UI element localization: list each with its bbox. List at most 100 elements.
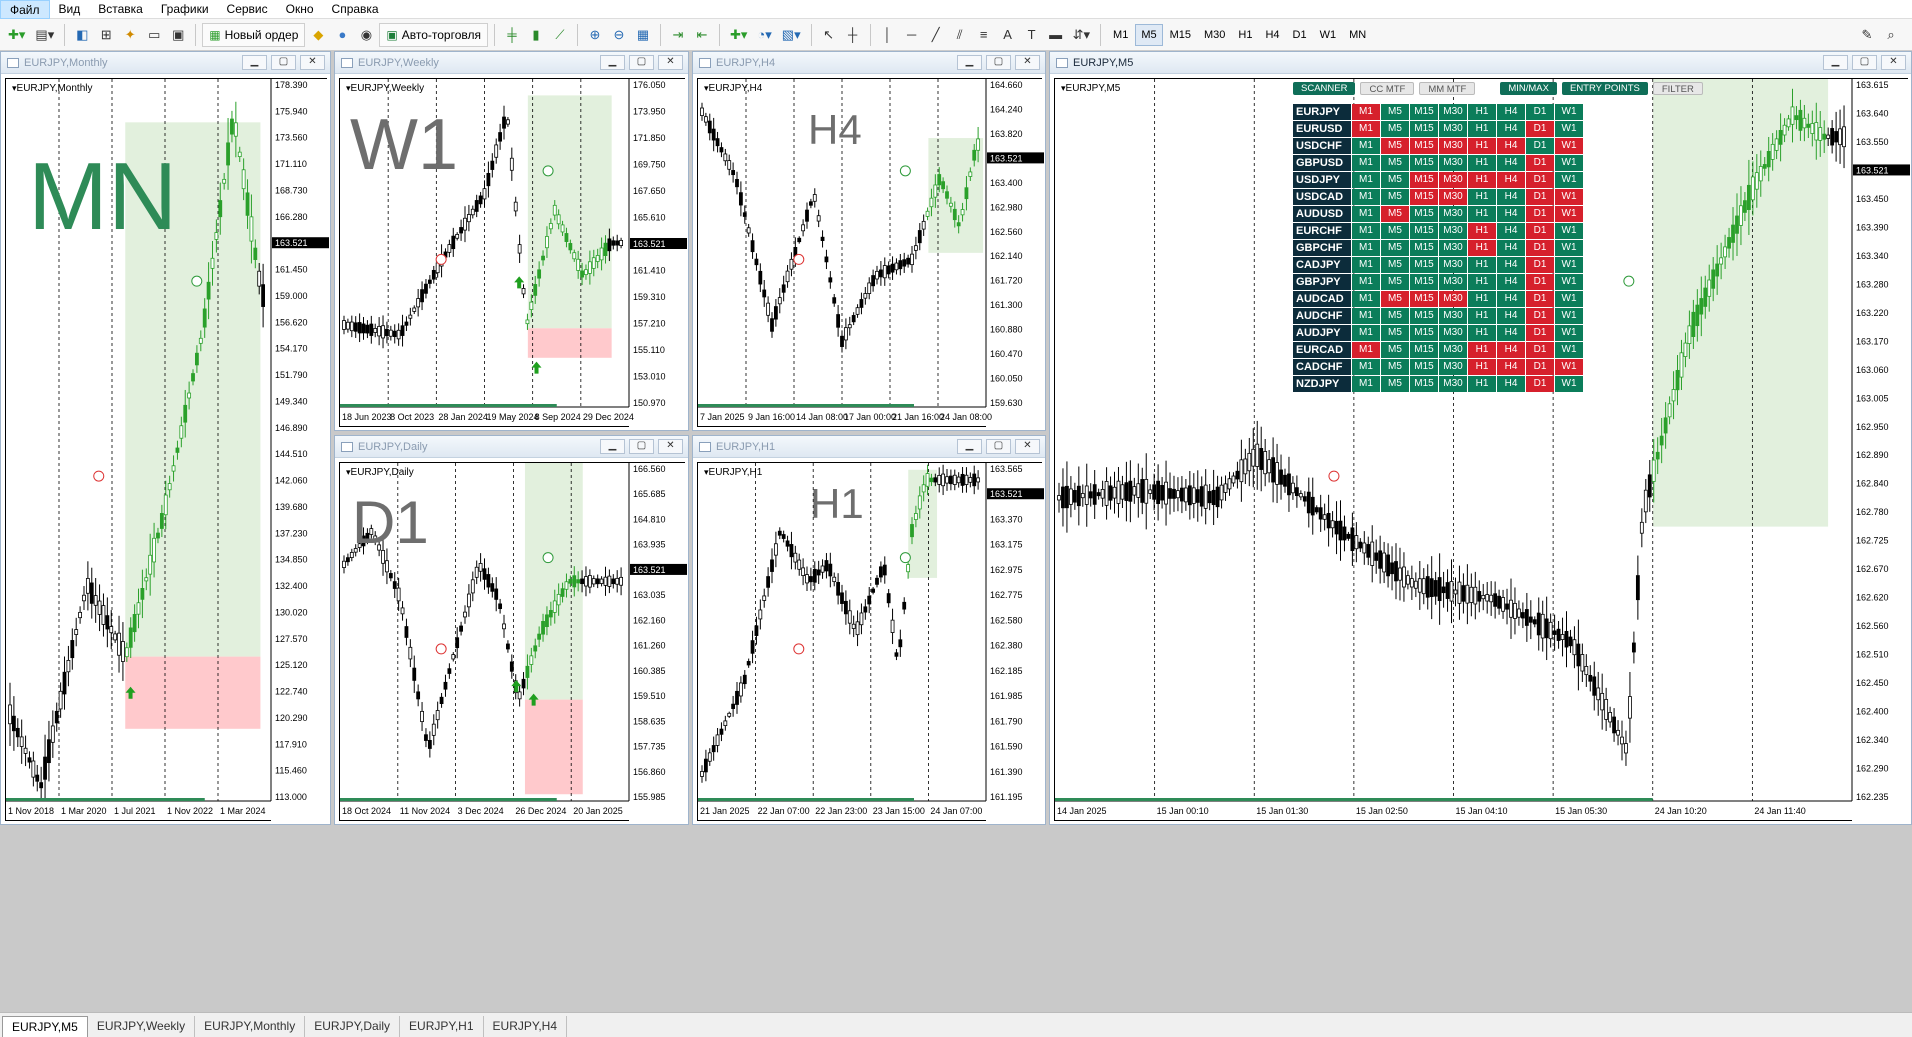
scanner-cell[interactable]: M1 bbox=[1352, 189, 1380, 205]
scanner-cell[interactable]: W1 bbox=[1555, 342, 1583, 358]
templates-icon[interactable]: ▧▾ bbox=[778, 23, 805, 47]
minimize-icon[interactable]: ▁ bbox=[242, 55, 267, 70]
periods-icon[interactable]: ◔▾ bbox=[753, 23, 775, 47]
scanner-cell[interactable]: M30 bbox=[1439, 104, 1467, 120]
scanner-symbol[interactable]: AUDCAD bbox=[1293, 291, 1351, 307]
pen-icon[interactable]: ✎ bbox=[1856, 23, 1878, 47]
chart-tab[interactable]: EURJPY,Monthly bbox=[195, 1016, 306, 1037]
scanner-cell[interactable]: M1 bbox=[1352, 223, 1380, 239]
scanner-cell[interactable]: D1 bbox=[1526, 172, 1554, 188]
scanner-cell[interactable]: M30 bbox=[1439, 138, 1467, 154]
metaeditor-icon[interactable]: ◆ bbox=[307, 23, 329, 47]
scanner-cell[interactable]: M15 bbox=[1410, 189, 1438, 205]
scanner-cell[interactable]: W1 bbox=[1555, 376, 1583, 392]
chart-tab[interactable]: EURJPY,M5 bbox=[2, 1016, 88, 1037]
chart-tab[interactable]: EURJPY,Daily bbox=[305, 1016, 401, 1037]
scanner-symbol[interactable]: GBPCHF bbox=[1293, 240, 1351, 256]
timeframe-mn-button[interactable]: MN bbox=[1343, 24, 1372, 46]
minimize-icon[interactable]: ▁ bbox=[600, 55, 625, 70]
menu-tools[interactable]: Сервис bbox=[218, 0, 277, 19]
timeframe-h1-button[interactable]: H1 bbox=[1232, 24, 1258, 46]
scanner-cell[interactable]: M5 bbox=[1381, 376, 1409, 392]
chart-window-titlebar[interactable]: EURJPY,H4 ▁ ▢ ✕ bbox=[693, 52, 1045, 74]
scanner-cell[interactable]: M5 bbox=[1381, 325, 1409, 341]
min-max-button[interactable]: MIN/MAX bbox=[1500, 82, 1557, 95]
chart-window-mn[interactable]: EURJPY,Monthly ▁ ▢ ✕ 178.390 175.940 173.560 17… bbox=[0, 51, 331, 825]
scanner-cell[interactable]: W1 bbox=[1555, 189, 1583, 205]
scanner-cell[interactable]: M5 bbox=[1381, 172, 1409, 188]
new-order-button[interactable]: ▦ Новый ордер bbox=[202, 22, 306, 47]
close-icon[interactable]: ✕ bbox=[658, 55, 683, 70]
scanner-symbol[interactable]: USDCAD bbox=[1293, 189, 1351, 205]
scanner-cell[interactable]: H4 bbox=[1497, 223, 1525, 239]
scanner-cell[interactable]: W1 bbox=[1555, 257, 1583, 273]
scanner-symbol[interactable]: GBPJPY bbox=[1293, 274, 1351, 290]
maximize-icon[interactable]: ▢ bbox=[1852, 55, 1877, 70]
zoom-in-icon[interactable]: ⊕ bbox=[584, 23, 606, 47]
scanner-cell[interactable]: H4 bbox=[1497, 206, 1525, 222]
data-window-icon[interactable]: ⊞ bbox=[95, 23, 117, 47]
scanner-cell[interactable]: W1 bbox=[1555, 155, 1583, 171]
chart-canvas[interactable]: 164.660 164.240 163.820 163.521 163.400 162.9… bbox=[697, 78, 1044, 429]
navigator-icon[interactable]: ✦ bbox=[119, 23, 141, 47]
scanner-cell[interactable]: M5 bbox=[1381, 138, 1409, 154]
scanner-symbol[interactable]: EURUSD bbox=[1293, 121, 1351, 137]
scanner-cell[interactable]: H4 bbox=[1497, 376, 1525, 392]
maximize-icon[interactable]: ▢ bbox=[629, 55, 654, 70]
scanner-cell[interactable]: H4 bbox=[1497, 308, 1525, 324]
timeframe-m15-button[interactable]: M15 bbox=[1164, 24, 1197, 46]
timeframe-m30-button[interactable]: M30 bbox=[1198, 24, 1231, 46]
minimize-icon[interactable]: ▁ bbox=[1823, 55, 1848, 70]
fibonacci-icon[interactable]: ≡ bbox=[973, 23, 995, 47]
scanner-cell[interactable]: H4 bbox=[1497, 155, 1525, 171]
scanner-cell[interactable]: W1 bbox=[1555, 325, 1583, 341]
scanner-cell[interactable]: D1 bbox=[1526, 376, 1554, 392]
scanner-cell[interactable]: M30 bbox=[1439, 376, 1467, 392]
scanner-cell[interactable]: H1 bbox=[1468, 342, 1496, 358]
indicators-icon[interactable]: ✚▾ bbox=[726, 23, 751, 47]
scanner-cell[interactable]: D1 bbox=[1526, 291, 1554, 307]
scanner-cell[interactable]: M15 bbox=[1410, 359, 1438, 375]
scanner-symbol[interactable]: USDCHF bbox=[1293, 138, 1351, 154]
trendline-icon[interactable]: ╱ bbox=[925, 23, 947, 47]
chart-window-titlebar[interactable]: EURJPY,Daily ▁ ▢ ✕ bbox=[335, 436, 688, 458]
scanner-cell[interactable]: H1 bbox=[1468, 291, 1496, 307]
scanner-cell[interactable]: H4 bbox=[1497, 240, 1525, 256]
scanner-button[interactable]: SCANNER bbox=[1293, 82, 1356, 95]
scanner-cell[interactable]: M15 bbox=[1410, 376, 1438, 392]
scanner-cell[interactable]: H1 bbox=[1468, 359, 1496, 375]
scanner-symbol[interactable]: CADCHF bbox=[1293, 359, 1351, 375]
minimize-icon[interactable]: ▁ bbox=[600, 439, 625, 454]
scanner-cell[interactable]: M15 bbox=[1410, 104, 1438, 120]
scanner-cell[interactable]: M5 bbox=[1381, 308, 1409, 324]
scanner-cell[interactable]: M1 bbox=[1352, 121, 1380, 137]
scanner-cell[interactable]: H1 bbox=[1468, 138, 1496, 154]
tester-icon[interactable]: ▣ bbox=[167, 23, 189, 47]
scanner-cell[interactable]: H4 bbox=[1497, 325, 1525, 341]
maximize-icon[interactable]: ▢ bbox=[271, 55, 296, 70]
scanner-cell[interactable]: H1 bbox=[1468, 257, 1496, 273]
close-icon[interactable]: ✕ bbox=[1881, 55, 1906, 70]
scanner-symbol[interactable]: EURCHF bbox=[1293, 223, 1351, 239]
scanner-cell[interactable]: M5 bbox=[1381, 155, 1409, 171]
scanner-cell[interactable]: M5 bbox=[1381, 342, 1409, 358]
chart-canvas[interactable]: 178.390 175.940 173.560 171.110 168.730 166.2… bbox=[5, 78, 329, 823]
scanner-cell[interactable]: M30 bbox=[1439, 223, 1467, 239]
community-icon[interactable]: ● bbox=[331, 23, 353, 47]
scanner-cell[interactable]: W1 bbox=[1555, 359, 1583, 375]
rectangle-label-icon[interactable]: ▬ bbox=[1045, 23, 1067, 47]
chart-window-titlebar[interactable]: EURJPY,M5 ▁ ▢ ✕ bbox=[1050, 52, 1911, 74]
scanner-cell[interactable]: H4 bbox=[1497, 104, 1525, 120]
scanner-cell[interactable]: M1 bbox=[1352, 155, 1380, 171]
scanner-cell[interactable]: M5 bbox=[1381, 104, 1409, 120]
scanner-cell[interactable]: M1 bbox=[1352, 172, 1380, 188]
menu-window[interactable]: Окно bbox=[277, 0, 323, 19]
close-icon[interactable]: ✕ bbox=[1015, 439, 1040, 454]
scanner-cell[interactable]: M5 bbox=[1381, 189, 1409, 205]
scanner-cell[interactable]: M30 bbox=[1439, 189, 1467, 205]
scanner-cell[interactable]: W1 bbox=[1555, 104, 1583, 120]
cc-mtf-button[interactable]: CC MTF bbox=[1360, 82, 1415, 95]
scanner-cell[interactable]: W1 bbox=[1555, 291, 1583, 307]
scanner-cell[interactable]: M1 bbox=[1352, 376, 1380, 392]
scanner-cell[interactable]: H4 bbox=[1497, 257, 1525, 273]
